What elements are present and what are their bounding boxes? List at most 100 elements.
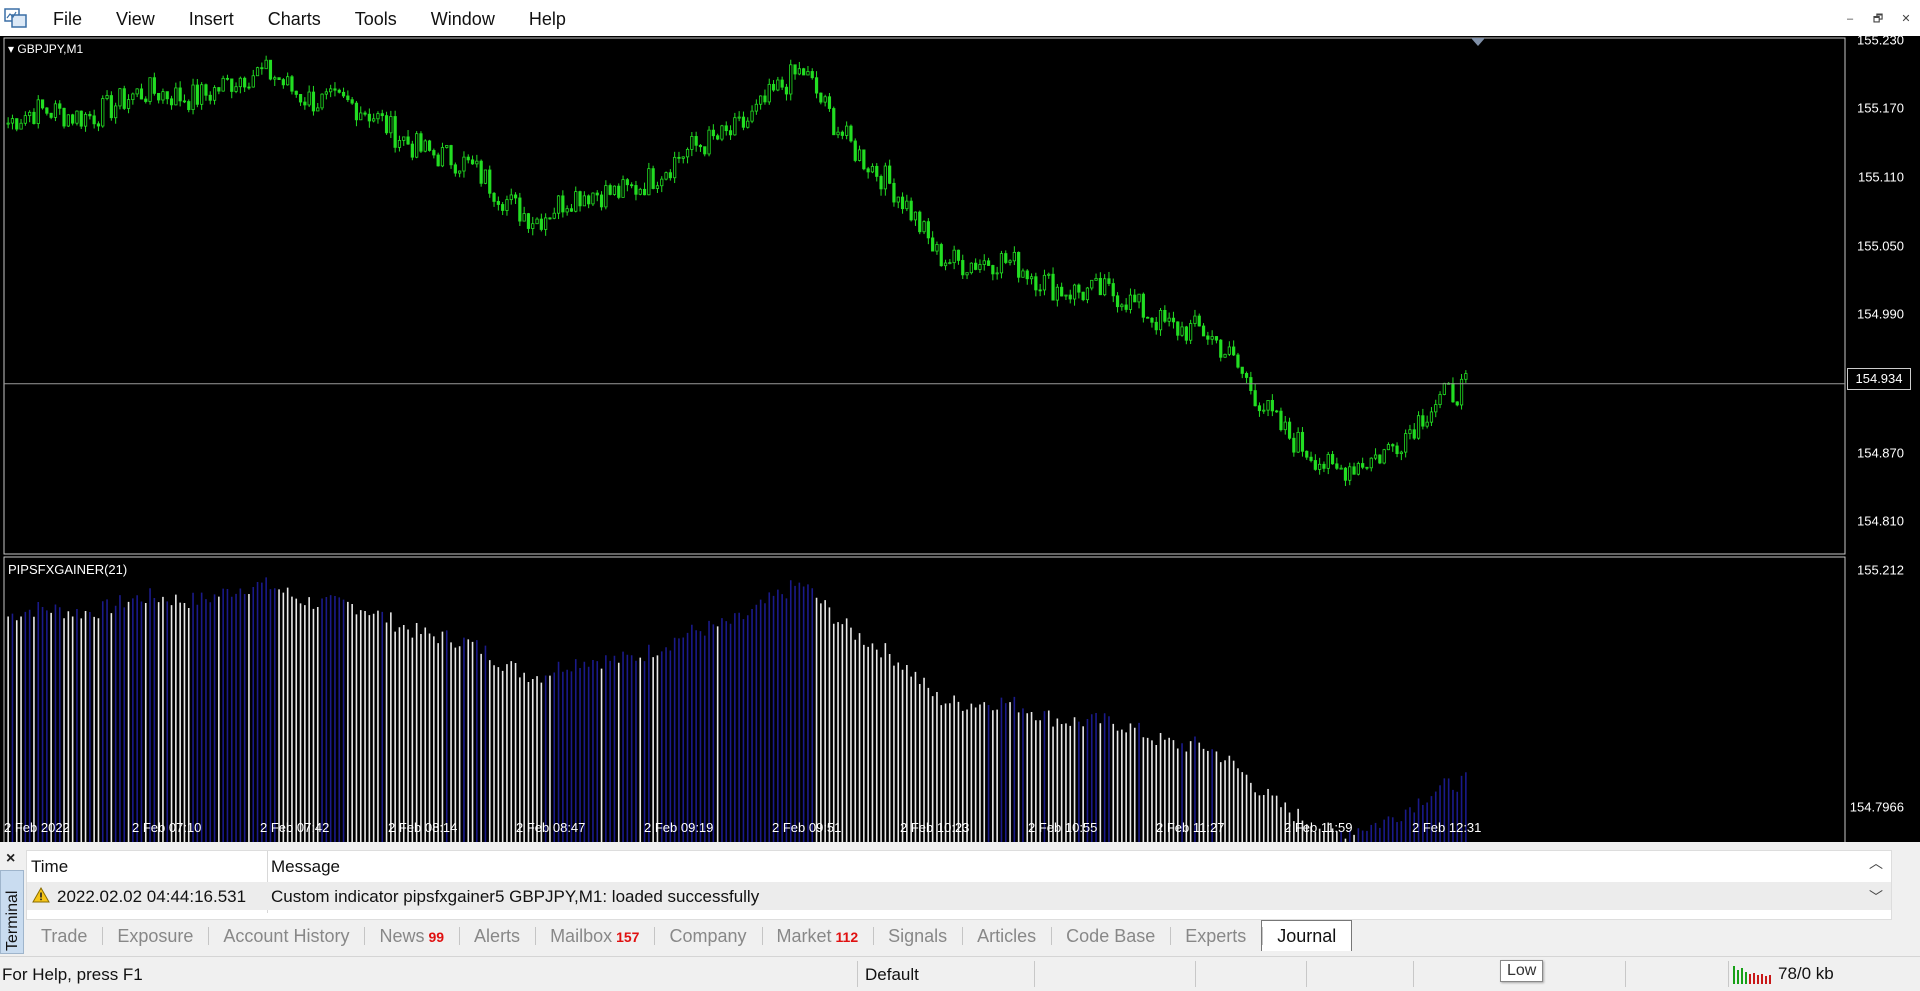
candle-body — [1223, 353, 1227, 358]
scroll-down-icon[interactable]: ﹀ — [1865, 887, 1887, 907]
candle-body — [1210, 336, 1214, 340]
candle-body — [341, 91, 346, 97]
candle-body — [354, 102, 359, 121]
candle-body — [1064, 294, 1068, 297]
candle-body — [698, 144, 703, 148]
status-divider — [1306, 961, 1307, 987]
close-button[interactable]: ✕ — [1892, 8, 1920, 30]
menu-insert[interactable]: Insert — [172, 0, 251, 36]
candle-body — [380, 113, 384, 117]
time-axis-label: 2 Feb 07:10 — [132, 820, 202, 835]
tab-label: Company — [669, 926, 747, 946]
chart-window[interactable]: ▾ GBPJPY,M1 PIPSFXGAINER(21) 155.230 155… — [0, 33, 1920, 842]
candle-body — [685, 148, 690, 158]
minimize-button[interactable]: – — [1836, 8, 1864, 30]
candle-body — [66, 114, 70, 127]
menu-view[interactable]: View — [99, 0, 172, 36]
tab-news[interactable]: News 99 — [364, 921, 459, 949]
candle-body — [458, 170, 462, 174]
candle-body — [875, 165, 879, 177]
menu-charts[interactable]: Charts — [251, 0, 338, 36]
scroll-up-icon[interactable]: ︿ — [1865, 853, 1887, 873]
candle-body — [372, 118, 376, 122]
menu-file[interactable]: File — [36, 0, 99, 36]
tab-label: News — [379, 926, 425, 946]
candle-body — [681, 156, 685, 159]
candle-body — [1404, 433, 1408, 453]
tab-signals[interactable]: Signals — [873, 921, 962, 949]
candle-body — [991, 265, 995, 275]
candle-body — [36, 99, 40, 124]
column-header-time[interactable]: Time — [31, 851, 68, 881]
candle-body — [475, 160, 479, 165]
candle-body — [1292, 437, 1296, 453]
tab-market[interactable]: Market 112 — [761, 921, 874, 949]
candle-body — [384, 115, 389, 134]
candle-body — [415, 133, 419, 158]
candle-body — [406, 136, 410, 145]
candle-body — [612, 185, 617, 195]
tab-experts[interactable]: Experts — [1170, 921, 1261, 949]
restore-button[interactable]: 🗗 — [1864, 8, 1892, 30]
candle-body — [483, 169, 488, 184]
candle-body — [879, 176, 883, 190]
candle-body — [1343, 467, 1348, 481]
chart-shift-marker[interactable] — [1471, 38, 1485, 46]
status-profile[interactable]: Default — [865, 965, 919, 985]
tab-account-history[interactable]: Account History — [208, 921, 364, 949]
candle-body — [535, 218, 539, 225]
candle-body — [324, 91, 328, 95]
table-row[interactable]: 2022.02.02 04:44:16.531 Custom indicator… — [27, 882, 1891, 910]
candle-body — [943, 262, 948, 267]
terminal-side-tab[interactable]: Terminal — [0, 870, 24, 954]
candle-body — [857, 149, 862, 161]
candle-body — [1322, 463, 1326, 469]
candle-body — [918, 211, 922, 233]
candle-body — [591, 192, 595, 205]
tab-journal[interactable]: Journal — [1261, 919, 1353, 951]
candle-body — [1361, 463, 1365, 468]
row-message: Custom indicator pipsfxgainer5 GBPJPY,M1… — [271, 887, 760, 906]
candle-body — [668, 172, 672, 179]
candle-body — [771, 83, 776, 91]
candle-body — [1386, 444, 1391, 451]
candle-body — [582, 195, 586, 207]
tab-company[interactable]: Company — [654, 921, 761, 949]
menu-help[interactable]: Help — [512, 0, 583, 36]
terminal-close-button[interactable]: × — [6, 850, 15, 868]
candle-body — [1025, 270, 1029, 280]
tab-alerts[interactable]: Alerts — [459, 921, 535, 949]
candle-body — [402, 136, 406, 141]
column-header-message[interactable]: Message — [271, 851, 340, 881]
candle-body — [255, 67, 260, 77]
price-chart[interactable] — [0, 36, 1920, 842]
candle-body — [393, 116, 397, 148]
candle-body — [1305, 450, 1309, 458]
tab-mailbox[interactable]: Mailbox 157 — [535, 921, 654, 949]
candle-body — [866, 168, 870, 173]
candle-body — [767, 83, 771, 103]
tab-exposure[interactable]: Exposure — [102, 921, 208, 949]
time-axis-label: 2 Feb 10:23 — [900, 820, 970, 835]
candle-body — [294, 90, 298, 95]
tab-trade[interactable]: Trade — [26, 921, 102, 949]
menu-tools[interactable]: Tools — [338, 0, 414, 36]
candle-body — [114, 105, 118, 119]
candle-body — [694, 136, 698, 146]
tab-articles[interactable]: Articles — [962, 921, 1051, 949]
app-logo-icon[interactable] — [4, 6, 28, 30]
menu-window[interactable]: Window — [414, 0, 512, 36]
candle-body — [784, 86, 789, 95]
time-axis-label: 2 Feb 08:47 — [516, 820, 586, 835]
candle-body — [789, 64, 793, 95]
candle-body — [53, 103, 58, 118]
journal-table: Time Message 2022.02.02 04:44:16.531 Cus… — [26, 850, 1892, 920]
candle-body — [251, 75, 255, 88]
candle-body — [827, 96, 832, 109]
connection-status-icon[interactable] — [1733, 964, 1773, 984]
candle-body — [883, 165, 887, 190]
tab-code-base[interactable]: Code Base — [1051, 921, 1170, 949]
candle-body — [728, 130, 733, 136]
candle-body — [1154, 321, 1158, 331]
status-divider — [1728, 961, 1729, 987]
